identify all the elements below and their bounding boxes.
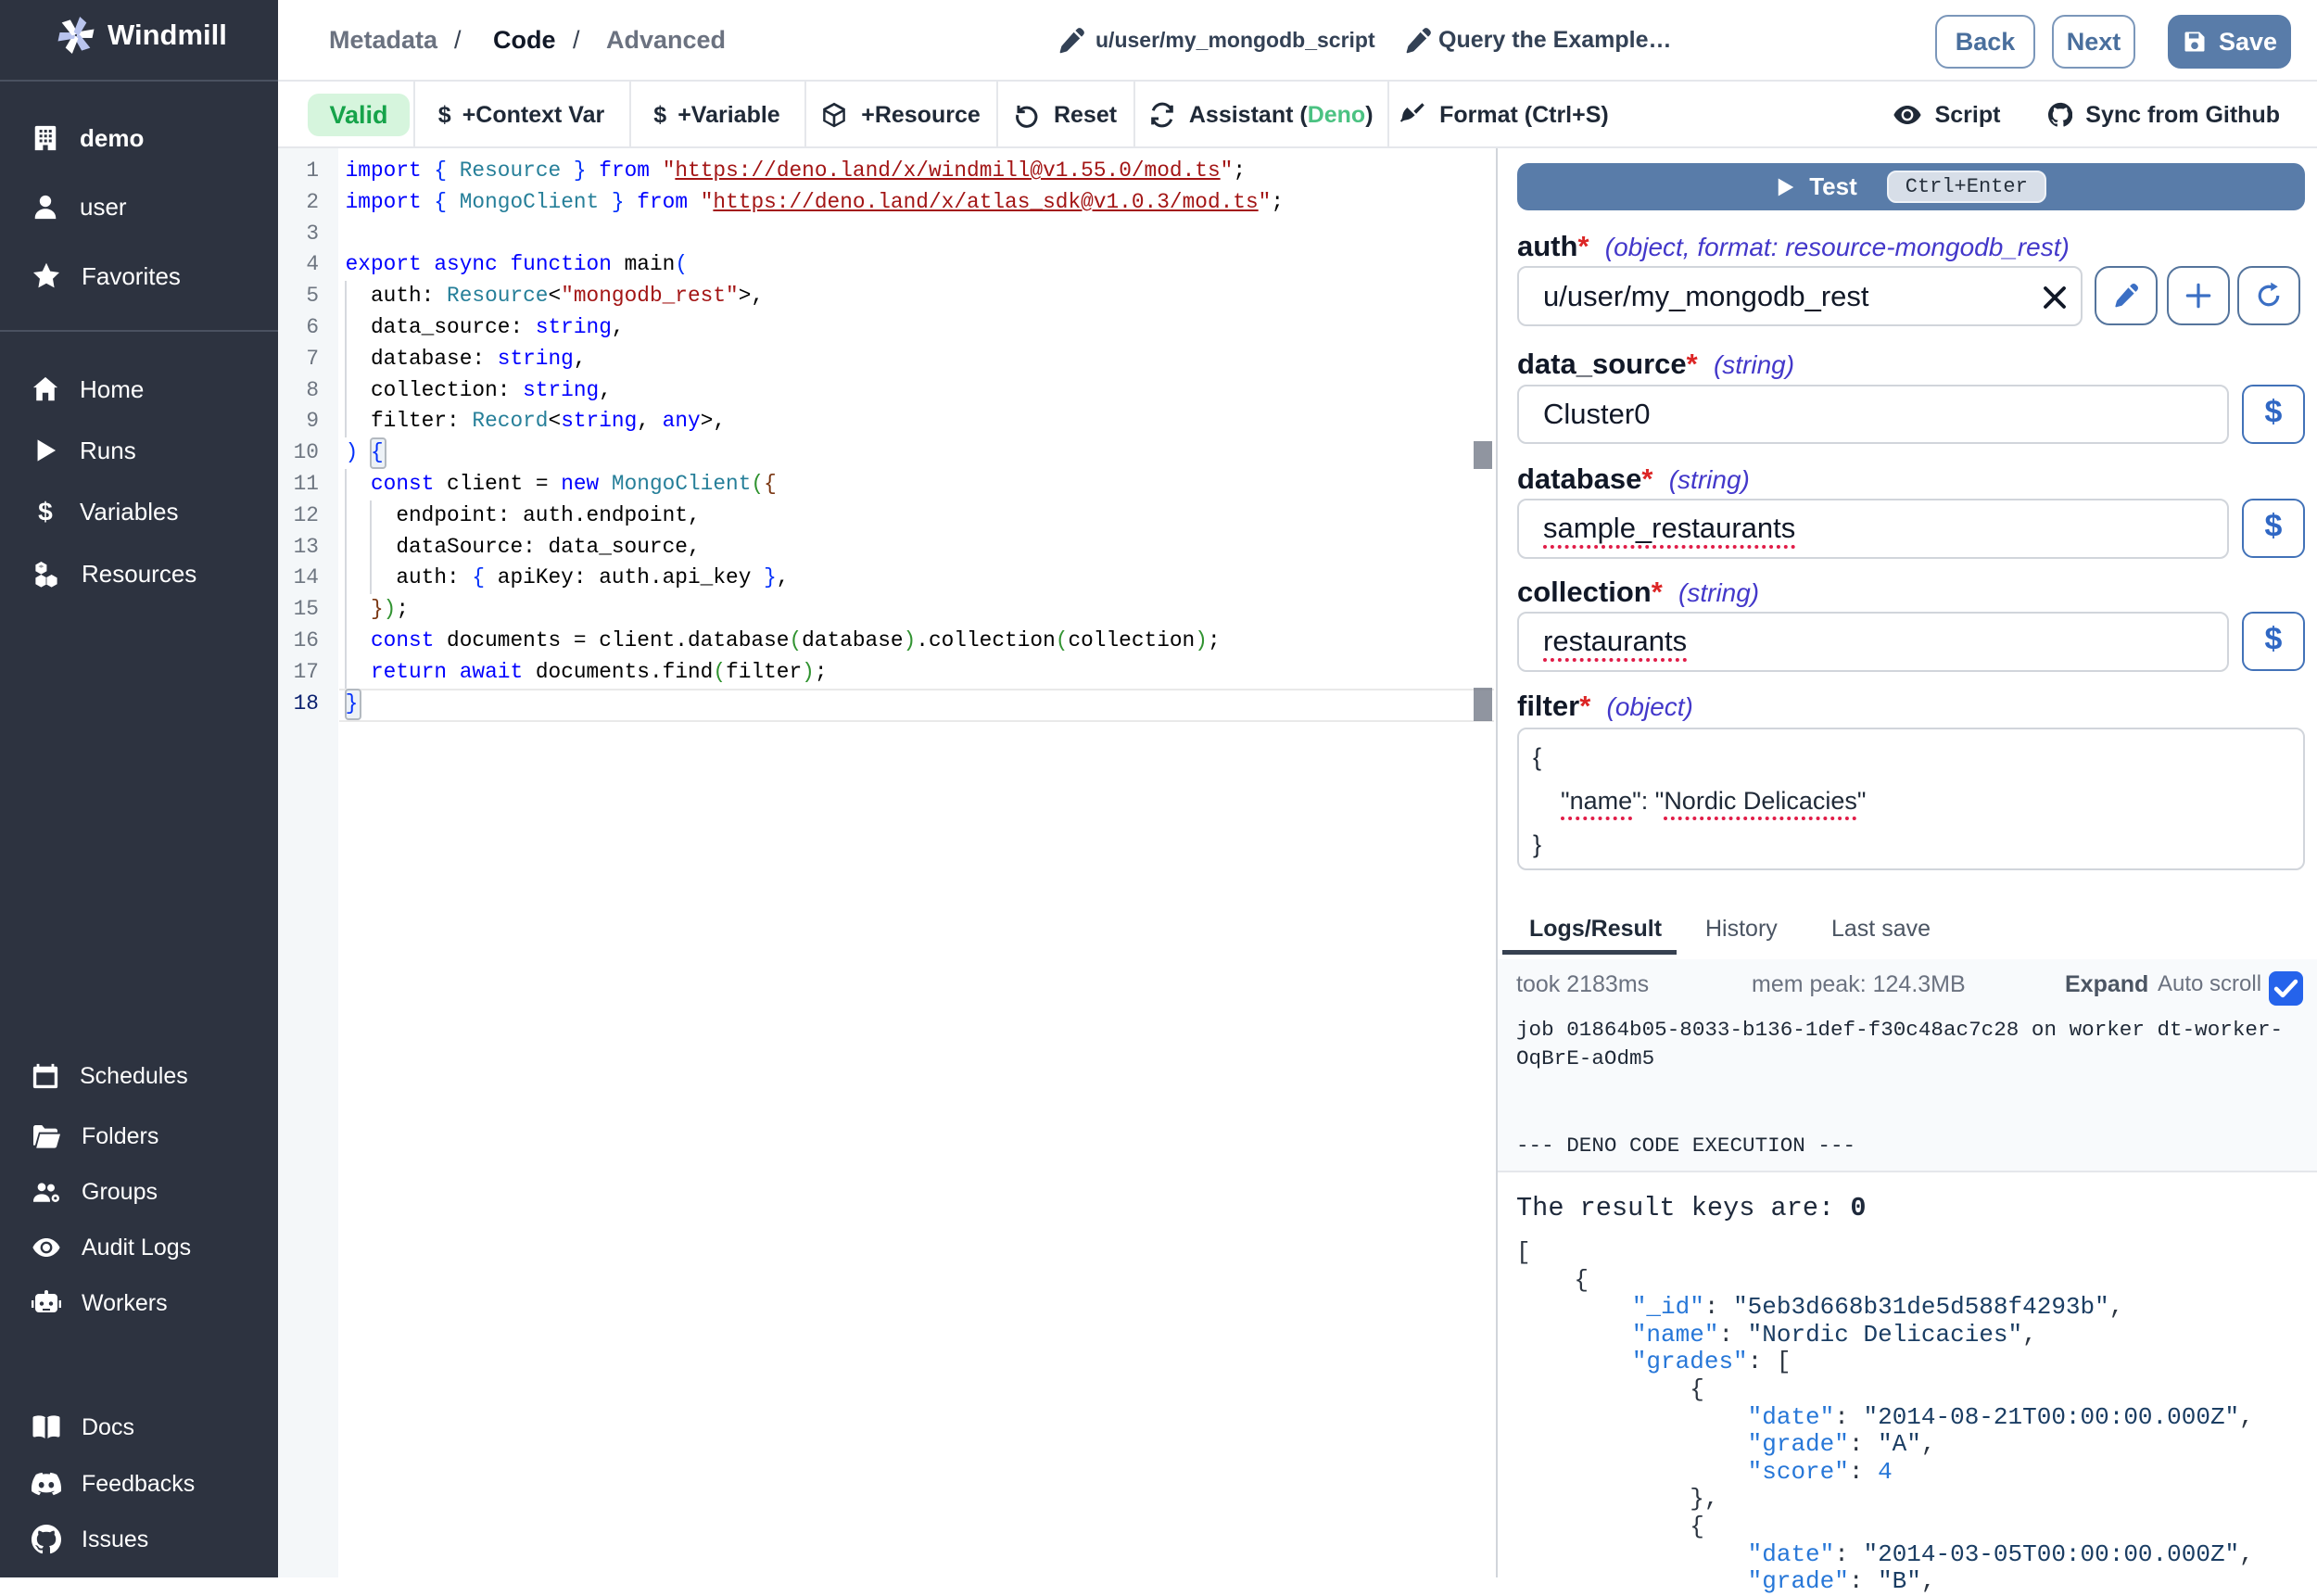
svg-text:$: $ (38, 498, 53, 526)
